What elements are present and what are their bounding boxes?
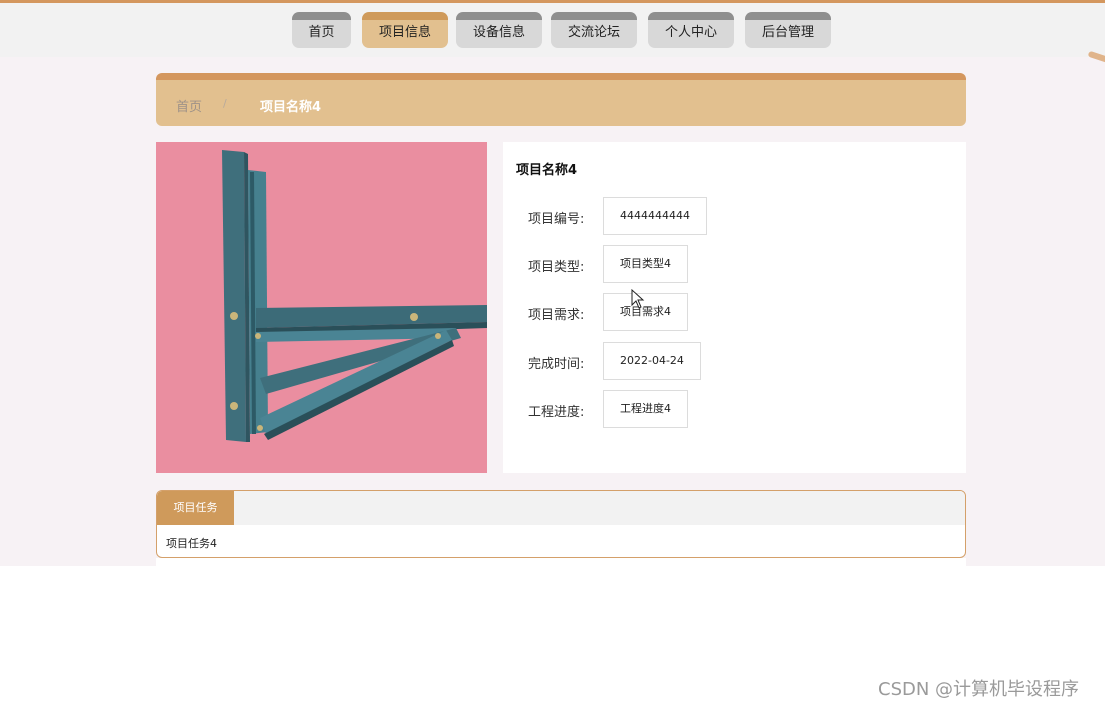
nav-item-label: 个人中心 (664, 25, 717, 40)
project-detail-panel: 项目名称4 项目编号: 4444444444 项目类型: 项目类型4 项目需求:… (503, 142, 966, 473)
field-row-project-type: 项目类型: 项目类型4 (503, 245, 966, 283)
nav-item-label: 项目信息 (378, 25, 431, 40)
field-value-project-number: 4444444444 (603, 197, 707, 235)
nav-item-home[interactable]: 首页 (292, 12, 351, 48)
steel-bracket-image (156, 142, 487, 473)
field-row-progress: 工程进度: 工程进度4 (503, 390, 966, 428)
project-task-panel: 项目任务 项目任务4 (156, 490, 966, 558)
field-label: 项目编号: (528, 212, 585, 227)
nav-item-forum[interactable]: 交流论坛 (551, 12, 637, 48)
task-content: 项目任务4 (166, 537, 217, 550)
breadcrumb-current: 项目名称4 (260, 100, 322, 115)
field-value-completion-time: 2022-04-24 (603, 342, 701, 380)
field-label: 工程进度: (528, 405, 585, 420)
content-bottom-strip (156, 558, 966, 566)
project-title: 项目名称4 (516, 163, 578, 178)
field-value-project-requirement: 项目需求4 (603, 293, 688, 331)
field-value-progress: 工程进度4 (603, 390, 688, 428)
field-label: 完成时间: (528, 357, 585, 372)
task-tab-bar (157, 491, 965, 525)
field-label: 项目类型: (528, 260, 585, 275)
watermark: CSDN @计算机毕设程序 (878, 679, 1080, 700)
nav-item-project-info[interactable]: 项目信息 (362, 12, 448, 48)
project-image (156, 142, 487, 473)
field-row-project-requirement: 项目需求: 项目需求4 (503, 293, 966, 331)
nav-item-label: 设备信息 (472, 25, 525, 40)
nav-item-user-center[interactable]: 个人中心 (648, 12, 734, 48)
nav-item-label: 后台管理 (761, 25, 814, 40)
nav-item-equipment-info[interactable]: 设备信息 (456, 12, 542, 48)
nav-item-label: 首页 (308, 25, 335, 40)
nav-item-admin[interactable]: 后台管理 (745, 12, 831, 48)
field-label: 项目需求: (528, 308, 585, 323)
nav-item-label: 交流论坛 (567, 25, 620, 40)
breadcrumb-home-link[interactable]: 首页 (176, 96, 202, 115)
field-row-project-number: 项目编号: 4444444444 (503, 197, 966, 235)
breadcrumb: 首页 / 项目名称4 (156, 73, 966, 126)
tab-project-task[interactable]: 项目任务 (157, 491, 234, 525)
breadcrumb-separator: / (223, 97, 227, 110)
field-row-completion-time: 完成时间: 2022-04-24 (503, 342, 966, 380)
field-value-project-type: 项目类型4 (603, 245, 688, 283)
mouse-cursor-icon (631, 289, 645, 309)
